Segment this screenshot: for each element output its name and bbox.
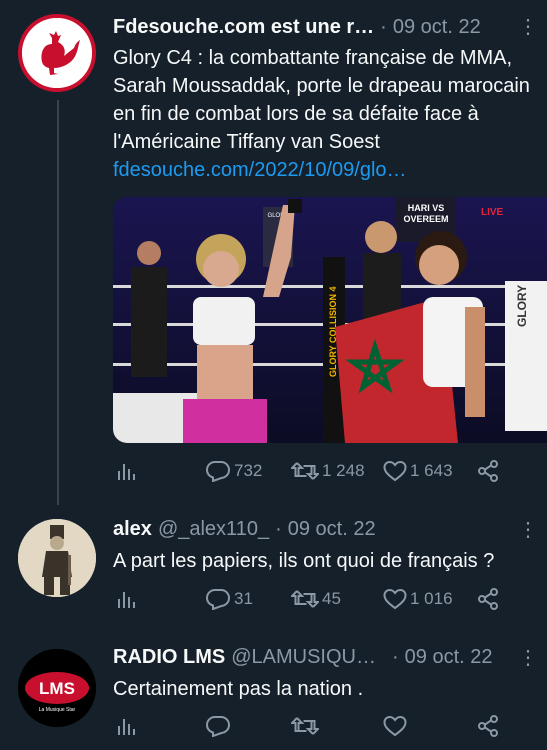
retweet-button[interactable]: 45 [291,588,341,610]
tweet-alex[interactable]: alex @_alex110_ · 09 oct. 22 ⋮ A part le… [0,505,547,635]
like-icon [383,588,407,610]
tweet-date[interactable]: 09 oct. 22 [393,16,481,39]
share-button[interactable] [477,715,499,737]
separator-dot: · [380,16,387,38]
retweet-icon [291,590,319,608]
author-name[interactable]: Fdesouche.com est une r… [113,16,374,39]
separator-dot: · [275,518,282,540]
ring-glory-text: GLORY [515,285,529,327]
retweet-icon [291,717,319,735]
views-button[interactable] [115,715,137,737]
tweet-media-photo[interactable]: GLORY HARI VS OVEREEM LIVE GLORY COLLISI… [113,197,547,443]
tweet-link[interactable]: fdesouche.com/2022/10/09/glo… [113,159,407,181]
like-count: 1 643 [410,461,453,480]
reply-count: 732 [234,461,263,480]
retweet-count: 1 248 [322,461,365,480]
retweet-count: 45 [322,589,341,608]
reply-button[interactable]: 732 [205,460,262,482]
live-label: LIVE [481,207,504,218]
avatar-radio-lms[interactable]: LMS La Musique Star [18,649,96,727]
avatar-fdesouche[interactable] [18,14,96,92]
lms-logo-subtext: La Musique Star [39,707,76,713]
author-handle[interactable]: @LAMUSIQU… [231,646,376,669]
retweet-button[interactable]: 1 248 [291,460,365,482]
retweet-icon [291,462,319,480]
retweet-button[interactable] [291,715,319,737]
tweet-text: Certainement pas la nation . [113,678,364,700]
author-name[interactable]: RADIO LMS [113,646,225,669]
tweet-actions [113,715,533,741]
vintage-soldier-portrait [18,519,96,597]
more-icon[interactable]: ⋮ [518,645,538,670]
like-count: 1 016 [410,589,453,608]
tweet-header: alex @_alex110_ · 09 oct. 22 [113,518,376,541]
reply-button[interactable]: 31 [205,588,253,610]
like-button[interactable]: 1 016 [383,588,453,610]
like-button[interactable]: 1 643 [383,460,453,482]
more-icon[interactable]: ⋮ [518,517,538,542]
like-icon [383,460,407,482]
views-icon [118,464,135,480]
author-name[interactable]: alex [113,518,152,541]
author-handle[interactable]: @_alex110_ [158,518,269,541]
tweet-date[interactable]: 09 oct. 22 [405,646,493,669]
reply-icon [205,589,231,610]
tweet-text: Glory C4 : la combattante française de M… [113,44,541,184]
banner-text-overeem: OVEREEM [403,214,448,224]
fight-photo: GLORY HARI VS OVEREEM LIVE GLORY COLLISI… [113,197,547,443]
views-icon [118,719,135,735]
share-icon [478,715,498,737]
lms-logo-text: LMS [39,679,75,698]
share-icon [478,460,498,482]
reply-count: 31 [234,589,253,608]
views-button[interactable] [115,460,137,482]
reply-icon [205,716,231,737]
tweet-text: A part les papiers, ils ont quoi de fran… [113,550,495,572]
banner-text-hari: HARI VS [408,203,445,213]
share-button[interactable] [477,460,499,482]
more-icon[interactable]: ⋮ [518,14,538,39]
share-icon [478,588,498,610]
reply-icon [205,461,231,482]
views-icon [118,592,135,608]
separator-dot: · [391,646,399,668]
tweet-date[interactable]: 09 oct. 22 [288,518,376,541]
avatar-alex[interactable] [18,519,96,597]
share-button[interactable] [477,588,499,610]
tweet-actions: 732 1 248 1 643 [113,460,533,486]
tweet-actions: 31 45 1 016 [113,588,533,614]
rooster-logo-icon [22,18,92,88]
lms-logo: LMS La Musique Star [18,649,96,727]
views-button[interactable] [115,588,137,610]
tweet-radio-lms[interactable]: LMS La Musique Star RADIO LMS @LAMUSIQU…… [0,635,547,750]
tweet-header: RADIO LMS @LAMUSIQU… · 09 oct. 22 [113,646,493,669]
like-button[interactable] [383,715,407,737]
tweet-header: Fdesouche.com est une r… · 09 oct. 22 [113,16,481,39]
like-icon [383,715,407,737]
reply-button[interactable] [205,715,231,737]
tweet-fdesouche[interactable]: Fdesouche.com est une r… · 09 oct. 22 ⋮ … [0,0,547,505]
tweet-body: Glory C4 : la combattante française de M… [113,47,530,153]
